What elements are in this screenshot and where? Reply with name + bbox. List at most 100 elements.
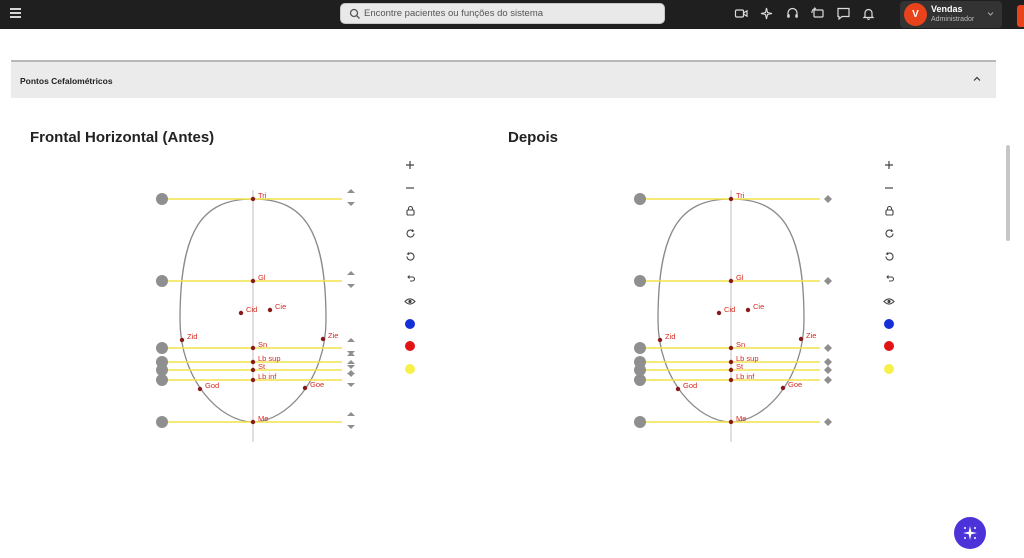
chat-icon[interactable] [836,6,851,21]
cephalometric-point[interactable] [320,336,326,342]
cephalometric-point[interactable] [798,336,804,342]
cephalometric-point[interactable] [267,307,273,313]
move-up-icon[interactable] [347,271,355,275]
point-label: Lb inf [258,372,277,381]
point-label: God [683,381,697,390]
video-icon[interactable] [734,6,749,21]
cephalometric-point[interactable] [238,310,244,316]
line-adjust-handle[interactable] [824,376,832,384]
cephalometric-point[interactable] [716,310,722,316]
cephalometric-canvas-after[interactable]: TriGlCid CieZid ZieSnLb supStLb infGod GoeM… [620,180,880,450]
rotate-right-button[interactable] [402,225,418,241]
move-up-icon[interactable] [347,352,355,356]
section-header[interactable]: Pontos Cefalométricos [11,60,996,98]
zoom-out-button[interactable] [402,180,418,196]
line-drag-handle[interactable] [156,275,168,287]
line-drag-handle[interactable] [634,342,646,354]
cephalometric-point[interactable] [250,419,256,425]
lock-button[interactable] [881,202,897,218]
move-down-icon[interactable] [347,383,355,387]
panel-title-after: Depois [508,129,559,146]
search-placeholder: Encontre pacientes ou funções do sistema [364,8,544,19]
cephalometric-point[interactable] [675,386,681,392]
zoom-in-button[interactable] [881,157,897,173]
cephalometric-point[interactable] [250,196,256,202]
undo-button[interactable] [881,270,897,286]
line-adjust-handle[interactable] [824,418,832,426]
cephalometric-point[interactable] [302,385,308,391]
line-adjust-handle[interactable] [824,195,832,203]
cephalometric-point[interactable] [250,359,256,365]
panel-title-before: Frontal Horizontal (Antes) [30,129,215,146]
cephalometric-point[interactable] [250,345,256,351]
cephalometric-point[interactable] [250,367,256,373]
line-drag-handle[interactable] [634,374,646,386]
rotate-left-button[interactable] [881,248,897,264]
move-up-icon[interactable] [347,338,355,342]
move-up-icon[interactable] [347,360,355,364]
user-menu[interactable]: V Vendas Administrador [900,1,1002,28]
cephalometric-point[interactable] [197,386,203,392]
line-drag-handle[interactable] [634,275,646,287]
color-yellow-button[interactable] [402,361,418,377]
cephalometric-point[interactable] [728,419,734,425]
cephalometric-point[interactable] [179,337,185,343]
point-label: Gl [736,273,744,282]
visibility-button[interactable] [402,293,418,309]
color-blue-button[interactable] [881,316,897,332]
line-adjust-handle[interactable] [824,366,832,374]
line-drag-handle[interactable] [156,374,168,386]
line-drag-handle[interactable] [156,416,168,428]
rotate-left-button[interactable] [402,248,418,264]
refresh-message-icon[interactable] [810,6,825,21]
lock-button[interactable] [402,202,418,218]
color-yellow-button[interactable] [881,361,897,377]
cephalometric-point[interactable] [728,367,734,373]
cephalometric-point[interactable] [745,307,751,313]
cephalometric-point[interactable] [780,385,786,391]
line-drag-handle[interactable] [634,416,646,428]
eye-icon [883,297,895,305]
move-up-icon[interactable] [347,189,355,193]
cephalometric-point[interactable] [728,345,734,351]
cephalometric-point[interactable] [728,196,734,202]
headset-icon[interactable] [785,6,800,21]
cephalometric-point[interactable] [728,278,734,284]
zoom-out-button[interactable] [881,180,897,196]
move-down-icon[interactable] [347,284,355,288]
move-up-icon[interactable] [347,370,355,374]
cephalometric-point[interactable] [728,359,734,365]
move-down-icon[interactable] [347,365,355,369]
color-blue-button[interactable] [402,316,418,332]
cephalometric-point[interactable] [250,377,256,383]
line-drag-handle[interactable] [156,342,168,354]
line-drag-handle[interactable] [156,193,168,205]
move-up-icon[interactable] [347,412,355,416]
visibility-button[interactable] [881,293,897,309]
bell-icon[interactable] [861,6,876,21]
line-adjust-handle[interactable] [824,344,832,352]
color-red-button[interactable] [402,338,418,354]
line-adjust-handle[interactable] [824,277,832,285]
line-drag-handle[interactable] [634,193,646,205]
cephalometric-point[interactable] [250,278,256,284]
side-tab[interactable] [1017,5,1024,27]
move-down-icon[interactable] [347,425,355,429]
assistant-fab-button[interactable] [954,517,986,549]
cephalometric-point[interactable] [728,377,734,383]
menu-icon[interactable] [10,8,21,18]
search-input[interactable]: Encontre pacientes ou funções do sistema [340,3,665,24]
undo-icon [885,274,894,282]
rotate-right-button[interactable] [881,225,897,241]
chevron-up-icon[interactable] [972,74,982,84]
cephalometric-canvas-before[interactable]: TriGlCid CieZid ZieSnLb supStLb infGod GoeM… [142,180,402,450]
zoom-in-button[interactable] [402,157,418,173]
top-bar: Encontre pacientes ou funções do sistema… [0,0,1024,29]
scrollbar[interactable] [1006,145,1010,241]
color-red-button[interactable] [881,338,897,354]
undo-button[interactable] [402,270,418,286]
cephalometric-point[interactable] [657,337,663,343]
line-adjust-handle[interactable] [824,358,832,366]
ai-sparkle-icon[interactable] [759,6,774,21]
move-down-icon[interactable] [347,202,355,206]
